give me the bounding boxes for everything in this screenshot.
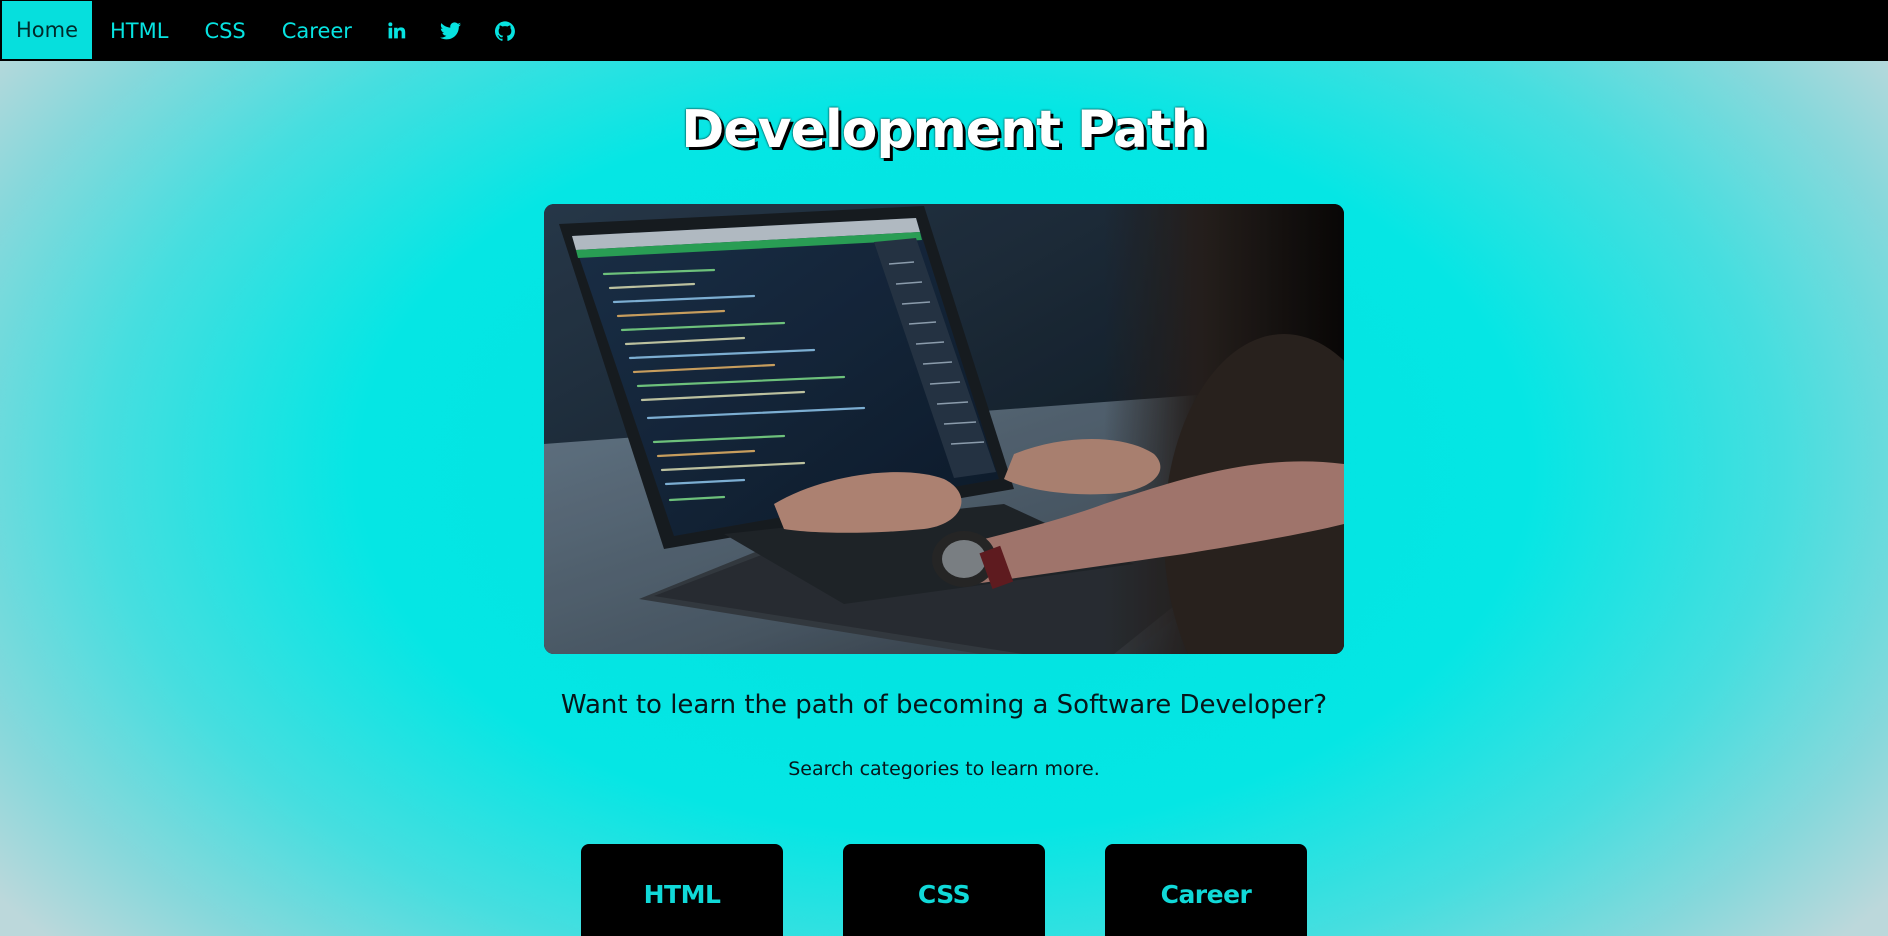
nav-item-html[interactable]: HTML [92,0,186,61]
linkedin-icon[interactable] [370,0,424,61]
nav-item-career[interactable]: Career [264,0,370,61]
hero-image [544,204,1344,654]
category-card-career[interactable]: Career [1105,844,1307,936]
twitter-icon[interactable] [424,0,478,61]
nav-item-home[interactable]: Home [2,1,92,59]
nav-item-css[interactable]: CSS [186,0,263,61]
top-navbar: Home HTML CSS Career [0,0,1888,61]
page-title: Development Path [681,100,1207,160]
hero-question: Want to learn the path of becoming a Sof… [560,690,1328,720]
hero-subtext: Search categories to learn more. [788,758,1100,780]
github-icon[interactable] [478,0,532,61]
category-card-html[interactable]: HTML [581,844,783,936]
category-card-css[interactable]: CSS [843,844,1045,936]
